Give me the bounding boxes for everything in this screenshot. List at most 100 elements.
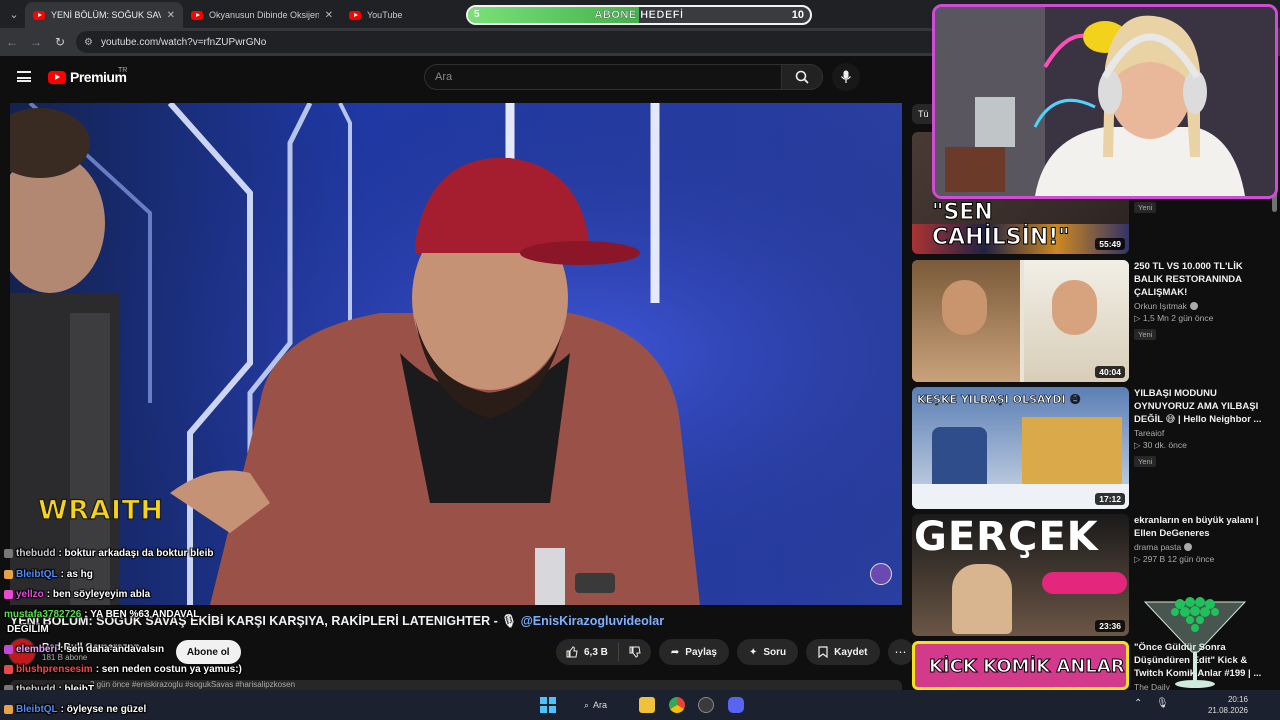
search-icon: ⌕ bbox=[584, 699, 590, 710]
chat-line: elemberi: sen daha andavalsın bbox=[4, 644, 164, 655]
app-icon[interactable] bbox=[698, 697, 714, 713]
taskbar: ⌕ Ara ⌃ 🎙 20:16 21.08.2026 bbox=[0, 690, 1280, 720]
share-button[interactable]: ➦ Paylaş bbox=[658, 639, 729, 665]
more-options-button[interactable]: ⋯ bbox=[887, 639, 914, 665]
chat-badge-icon bbox=[4, 665, 13, 674]
dislike-button[interactable] bbox=[619, 646, 651, 658]
webcam-overlay bbox=[932, 4, 1278, 199]
channel-name[interactable]: drama pasta bbox=[1134, 542, 1181, 552]
chat-badge-icon bbox=[4, 705, 13, 714]
recommendation-stats: ▷ 297 B 12 gün önce bbox=[1134, 554, 1264, 565]
recommendation-title[interactable]: YILBAŞI MODUNU OYNUYORUZ AMA YILBAŞI DEĞ… bbox=[1134, 387, 1264, 426]
menu-icon[interactable] bbox=[17, 71, 31, 82]
chat-line: BleibtQL: öyleyse ne güzel bbox=[4, 704, 146, 715]
like-button[interactable]: 6,3 B bbox=[556, 643, 619, 661]
browser-tab-1[interactable]: YENİ BÖLÜM: SOĞUK SAVAŞ E ✕ bbox=[25, 2, 183, 28]
thumbnail-text: KEŞKE YILBAŞI OLSAYDI 😅 bbox=[917, 393, 1081, 407]
chat-line: mustafa3782726: YA BEN %63 ANDAVAL bbox=[4, 609, 199, 620]
close-icon[interactable]: ✕ bbox=[167, 10, 175, 21]
microphone-icon bbox=[840, 70, 852, 83]
ask-button[interactable]: ✦ Soru bbox=[737, 639, 799, 665]
tab-title: Okyanusun Dibinde Oksijeni Bit bbox=[209, 10, 319, 20]
channel-name[interactable]: Orkun Işıtmak bbox=[1134, 301, 1187, 311]
stats-text: 1,5 Mn 2 gün önce bbox=[1142, 313, 1214, 323]
site-info-icon[interactable]: ⚙ bbox=[84, 37, 93, 48]
microphone-icon[interactable]: 🎙 bbox=[1156, 698, 1169, 709]
recommendation-title[interactable]: ekranların en büyük yalanı | Ellen DeGen… bbox=[1134, 514, 1264, 540]
like-count: 6,3 B bbox=[584, 646, 608, 658]
region-code: TR bbox=[118, 67, 128, 74]
file-explorer-icon[interactable] bbox=[639, 697, 655, 713]
chat-user: mustafa3782726 bbox=[4, 609, 82, 620]
video-thumbnail[interactable]: KİCK KOMİK ANLAR bbox=[912, 641, 1129, 690]
description-box[interactable]: 2 gün önce #eniskirazoglu #sogukSavas #h… bbox=[10, 680, 902, 690]
chevron-up-icon[interactable]: ⌃ bbox=[1134, 698, 1142, 709]
taskbar-clock[interactable]: 20:16 21.08.2026 bbox=[1208, 694, 1248, 716]
new-badge: Yeni bbox=[1134, 202, 1157, 213]
search-placeholder: Ara bbox=[435, 71, 453, 83]
clock-time: 20:16 bbox=[1227, 695, 1248, 704]
recommendation-title[interactable]: 250 TL VS 10.000 TL'LİK BALIK RESTORANIN… bbox=[1134, 260, 1264, 299]
thumbnail-house bbox=[1022, 417, 1122, 487]
youtube-logo-icon bbox=[48, 70, 66, 84]
martini-glass-overlay-icon bbox=[1143, 597, 1247, 688]
chat-user: thebudd bbox=[16, 548, 56, 559]
video-duration: 55:49 bbox=[1095, 238, 1125, 250]
thumbnail-face bbox=[942, 280, 987, 335]
reload-icon[interactable]: ↻ bbox=[48, 35, 72, 49]
video-thumbnail[interactable]: 40:04 bbox=[912, 260, 1129, 382]
video-player[interactable]: WRAITH bbox=[10, 103, 902, 605]
like-dislike-group: 6,3 B bbox=[556, 639, 651, 665]
search-button[interactable] bbox=[781, 64, 823, 90]
subscribe-button[interactable]: Abone ol bbox=[175, 640, 241, 664]
chat-line: BleibtQL: as hg bbox=[4, 569, 93, 580]
browser-tab-2[interactable]: Okyanusun Dibinde Oksijeni Bit ✕ bbox=[183, 2, 341, 28]
new-badge: Yeni bbox=[1134, 456, 1157, 467]
live-icon: ▷ bbox=[1134, 440, 1143, 450]
video-thumbnail[interactable]: GERÇEK 23:36 bbox=[912, 514, 1129, 636]
youtube-favicon-icon bbox=[349, 10, 361, 20]
video-overlay-text: WRAITH bbox=[37, 494, 164, 526]
voice-search-button[interactable] bbox=[832, 63, 860, 91]
thumbs-up-icon bbox=[566, 646, 578, 658]
microphone-emoji-icon: 🎙 bbox=[501, 614, 521, 628]
verified-icon bbox=[1184, 543, 1193, 551]
url-field[interactable]: ⚙ youtube.com/watch?v=rfnZUPwrGNo bbox=[76, 31, 956, 53]
discord-icon[interactable] bbox=[728, 697, 744, 713]
more-icon: ⋯ bbox=[894, 645, 907, 659]
chat-user: BleibtQL bbox=[16, 704, 58, 715]
ask-label: Soru bbox=[763, 646, 787, 658]
recommendation-channel: Tareaiof bbox=[1134, 428, 1264, 438]
video-thumbnail[interactable]: KEŞKE YILBAŞI OLSAYDI 😅 17:12 bbox=[912, 387, 1129, 509]
youtube-favicon-icon bbox=[33, 10, 45, 20]
thumbnail-sticker bbox=[1042, 572, 1127, 594]
stats-text: 30 dk. önce bbox=[1142, 440, 1187, 450]
recommendation-item[interactable]: KEŞKE YILBAŞI OLSAYDI 😅 17:12 YILBAŞI MO… bbox=[912, 387, 1280, 509]
share-icon: ➦ bbox=[670, 646, 680, 658]
youtube-logo[interactable]: Premium bbox=[48, 69, 127, 85]
recommendation-meta: ekranların en büyük yalanı | Ellen DeGen… bbox=[1134, 514, 1264, 565]
recommendation-channel: Orkun Işıtmak bbox=[1134, 301, 1264, 311]
back-arrow-icon[interactable]: ← bbox=[0, 35, 24, 49]
channel-watermark-icon[interactable] bbox=[870, 563, 892, 585]
channel-name[interactable]: Tareaiof bbox=[1134, 428, 1164, 438]
sparkle-icon: ✦ bbox=[749, 646, 758, 658]
recommendation-item[interactable]: 40:04 250 TL VS 10.000 TL'LİK BALIK REST… bbox=[912, 260, 1280, 382]
webcam-feed bbox=[935, 7, 1275, 196]
search-input[interactable]: Ara bbox=[424, 64, 782, 90]
close-icon[interactable]: ✕ bbox=[325, 10, 333, 21]
save-button[interactable]: Kaydet bbox=[806, 639, 880, 665]
tab-list-button[interactable]: ⌄ bbox=[3, 3, 25, 25]
bookmark-icon bbox=[818, 646, 828, 658]
windows-start-icon[interactable] bbox=[540, 697, 556, 713]
chat-line: yellzo: ben söyleyeyim abla bbox=[4, 589, 150, 600]
video-title-handle[interactable]: @EnisKirazogluvideolar bbox=[521, 614, 664, 628]
description-preview: 2 gün önce #eniskirazoglu #sogukSavas #h… bbox=[90, 680, 296, 689]
taskbar-search[interactable]: ⌕ Ara bbox=[576, 695, 626, 715]
chat-message: : öyleyse ne güzel bbox=[60, 704, 147, 715]
subscriber-goal-target: 10 bbox=[791, 9, 804, 21]
forward-arrow-icon[interactable]: → bbox=[24, 35, 48, 49]
clock-date: 21.08.2026 bbox=[1207, 706, 1248, 715]
verified-icon bbox=[1189, 302, 1198, 310]
chrome-icon[interactable] bbox=[669, 697, 685, 713]
